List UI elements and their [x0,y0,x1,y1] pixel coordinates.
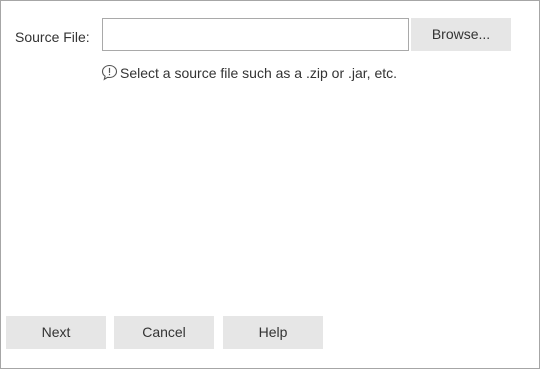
cancel-button[interactable]: Cancel [114,316,214,349]
help-button[interactable]: Help [223,316,323,349]
source-file-input[interactable] [102,18,409,51]
source-file-label: Source File: [15,29,90,45]
info-bubble-icon [101,64,118,81]
hint-text: Select a source file such as a .zip or .… [120,64,398,81]
hint-message: Select a source file such as a .zip or .… [101,64,397,81]
wizard-dialog: Source File: Browse... Select a source f… [0,0,540,369]
browse-button[interactable]: Browse... [411,18,511,51]
next-button[interactable]: Next [6,316,106,349]
